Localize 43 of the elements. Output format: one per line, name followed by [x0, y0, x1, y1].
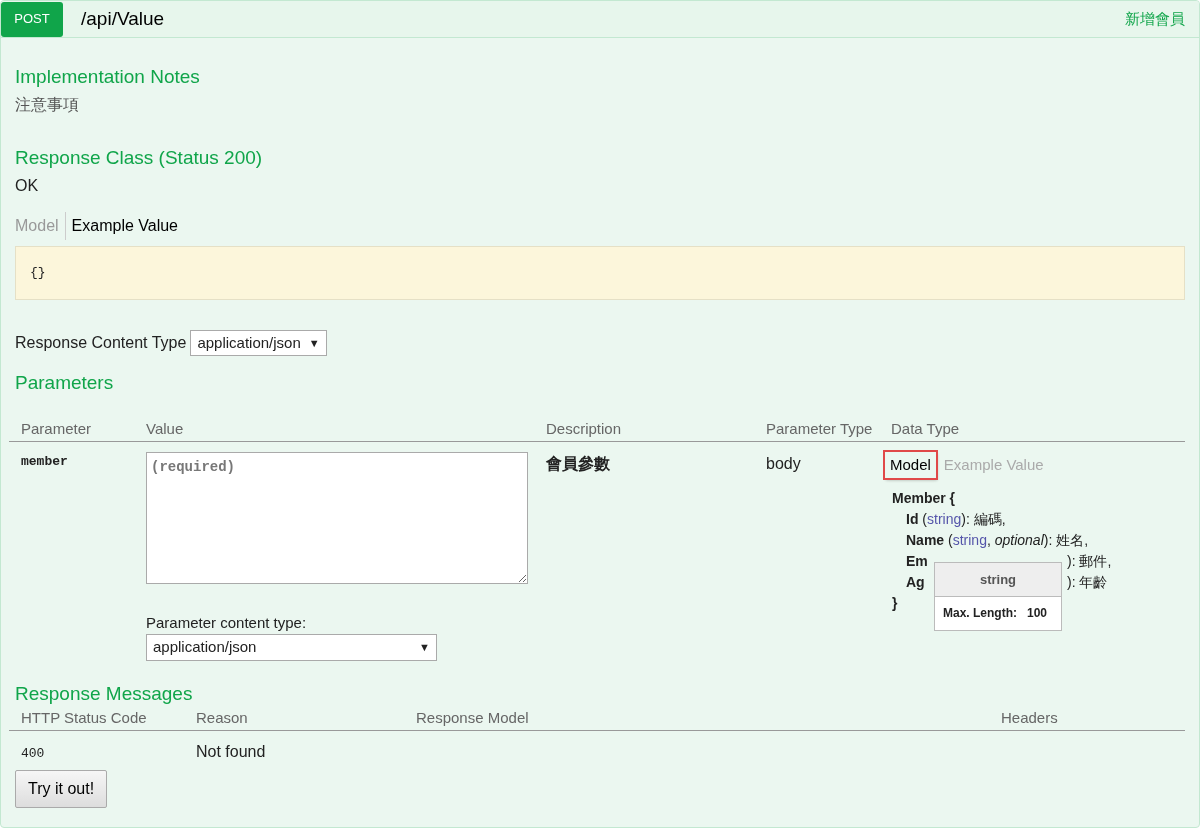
notes-text: 注意事項	[15, 94, 80, 115]
column-header: Reason	[196, 709, 249, 728]
column-header: Data Type	[891, 418, 961, 439]
section-heading: Implementation Notes	[15, 66, 201, 89]
tooltip-label: Max. Length:	[943, 605, 1017, 623]
model-line: ): 郵件,	[1067, 552, 1112, 572]
endpoint-summary: 新增會員	[1125, 8, 1185, 29]
field-label: Response Content Type	[15, 332, 187, 353]
column-header: Description	[546, 418, 623, 439]
tooltip-title: string	[935, 563, 1061, 598]
field-label: Parameter content type:	[146, 612, 308, 633]
status-code: 400	[21, 745, 45, 761]
reason-text: Not found	[196, 742, 266, 760]
column-header: Parameter	[21, 418, 93, 439]
response-class-text: OK	[15, 175, 40, 196]
parameter-type: body	[766, 454, 801, 472]
column-header: HTTP Status Code	[21, 709, 148, 728]
column-header: Headers	[1001, 709, 1059, 728]
section-heading: Response Class (Status 200)	[15, 146, 264, 170]
model-line: Ag	[906, 573, 926, 593]
try-button[interactable]: Try it out!	[15, 769, 108, 808]
model-line: Em	[906, 552, 929, 572]
tooltip-value: 100	[1026, 605, 1047, 623]
value-textarea[interactable]: (required)	[146, 451, 528, 584]
model-line: ): 年齡	[1067, 573, 1108, 593]
column-header: Parameter Type	[766, 418, 874, 439]
tab[interactable]: Model	[885, 451, 936, 479]
example-code: {}	[30, 263, 46, 282]
method-badge: POST	[1, 1, 63, 37]
model-line: Member {	[892, 489, 957, 509]
model-line: }	[892, 594, 898, 614]
model-line: Name (string, optional): 姓名,	[906, 531, 1089, 551]
content-type-select[interactable]: application/json ▼	[146, 634, 437, 661]
model-line: Id (string): 編碼,	[906, 510, 1006, 530]
column-header: Value	[146, 418, 185, 439]
section-heading: Response Messages	[15, 682, 194, 706]
description-text: 會員參數	[546, 454, 610, 472]
endpoint-path[interactable]: /api/Value	[81, 4, 165, 34]
parameter-name: member	[21, 452, 69, 471]
section-heading: Parameters	[15, 372, 115, 395]
tab[interactable]: Example Value	[65, 213, 184, 238]
column-header: Response Model	[416, 709, 530, 728]
content-type-select[interactable]: application/json ▼	[190, 329, 327, 357]
